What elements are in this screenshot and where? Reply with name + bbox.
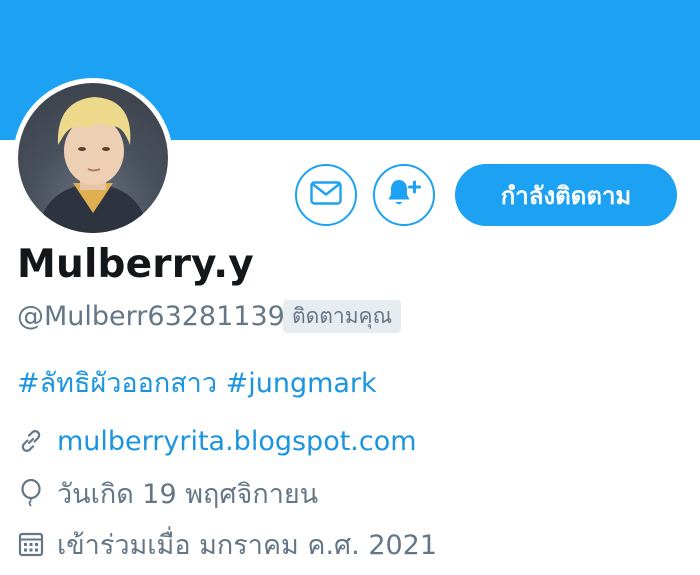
website-link[interactable]: mulberryrita.blogspot.com (57, 426, 417, 457)
calendar-icon (17, 530, 45, 558)
profile-name: Mulberry.y (17, 242, 254, 287)
join-date-row: เข้าร่วมเมื่อ มกราคม ค.ศ. 2021 (17, 527, 437, 561)
link-icon (17, 427, 45, 455)
avatar[interactable] (13, 78, 173, 238)
notifications-button[interactable] (373, 164, 435, 226)
following-button[interactable]: กำลังติดตาม (455, 164, 677, 226)
mail-icon (310, 181, 342, 209)
avatar-photo (18, 83, 168, 233)
message-button[interactable] (295, 164, 357, 226)
birthday-text: วันเกิด 19 พฤศจิกายน (57, 478, 319, 510)
profile-handle: @Mulberr63281139 (17, 301, 285, 332)
birthday-row: วันเกิด 19 พฤศจิกายน (17, 476, 318, 510)
balloon-icon (17, 479, 45, 507)
bell-plus-icon (386, 177, 422, 213)
join-date-text: เข้าร่วมเมื่อ มกราคม ค.ศ. 2021 (57, 529, 438, 561)
profile-bio[interactable]: #ลัทธิผัวออกสาว #jungmark (17, 361, 377, 404)
website-row: mulberryrita.blogspot.com (17, 424, 417, 458)
follows-you-badge: ติดตามคุณ (283, 300, 402, 333)
